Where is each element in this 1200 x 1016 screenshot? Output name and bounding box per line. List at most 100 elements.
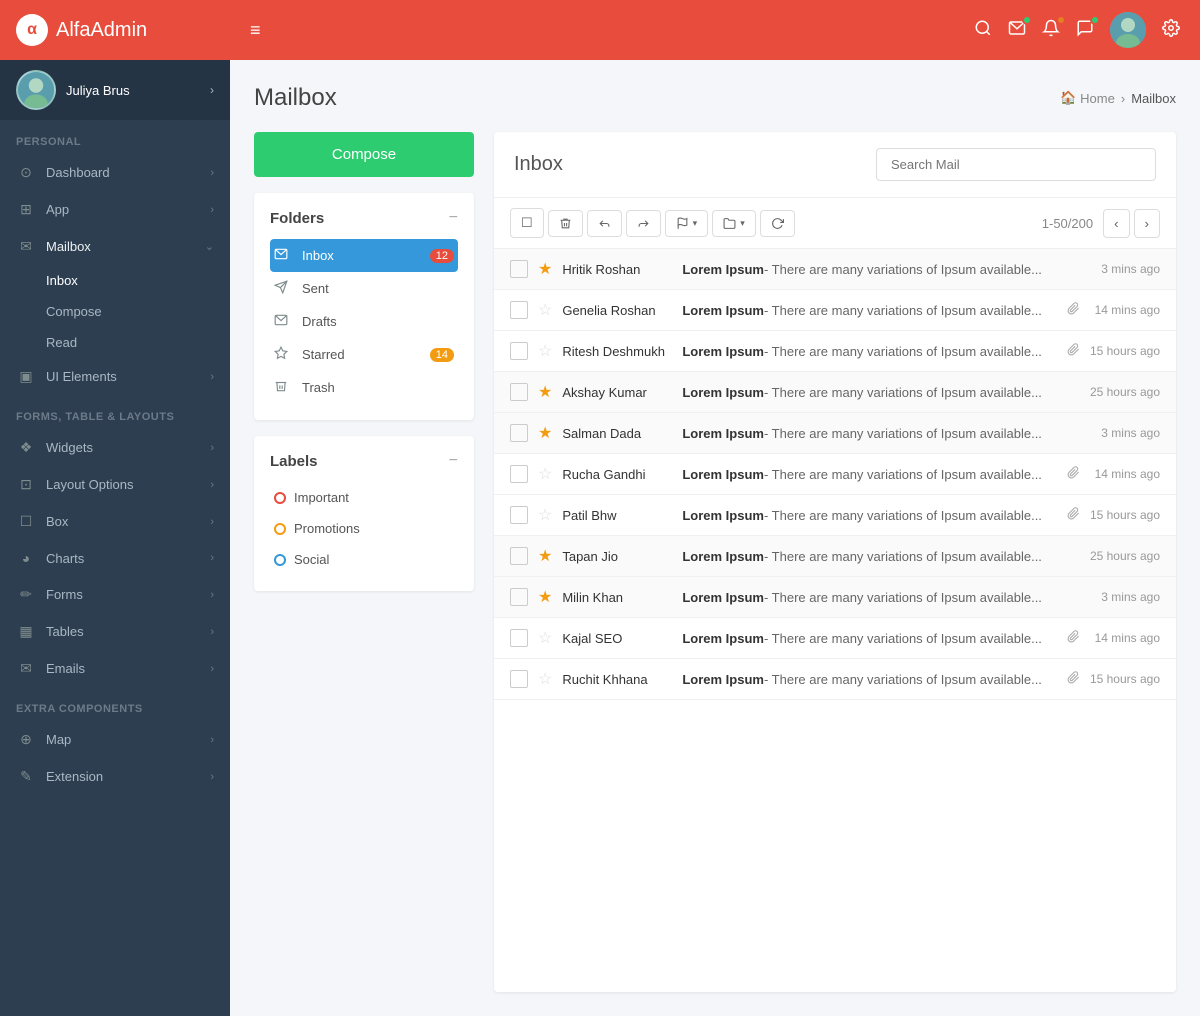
sidebar-item-emails[interactable]: ✉ Emails › — [0, 650, 230, 687]
sidebar-item-ui-elements[interactable]: ▣ UI Elements › — [0, 358, 230, 395]
folders-collapse-icon[interactable]: − — [449, 209, 458, 227]
folder-item-drafts[interactable]: Drafts — [270, 305, 458, 338]
folder-item-trash[interactable]: Trash — [270, 371, 458, 404]
email-sender: Milin Khan — [562, 590, 672, 605]
breadcrumb-home[interactable]: Home — [1080, 91, 1115, 106]
email-star[interactable]: ★ — [538, 587, 552, 607]
folder-item-sent[interactable]: Sent — [270, 272, 458, 305]
email-row[interactable]: ☆ Ruchit Khhana Lorem Ipsum- There are m… — [494, 659, 1176, 700]
bell-icon[interactable] — [1042, 19, 1060, 42]
folder-sent-label: Sent — [302, 281, 454, 296]
sidebar-subitem-compose[interactable]: Compose — [0, 296, 230, 327]
label-item-important[interactable]: Important — [270, 482, 458, 513]
email-star[interactable]: ☆ — [538, 464, 552, 484]
chevron-right-icon: › — [210, 204, 214, 216]
home-icon: 🏠 — [1060, 90, 1076, 106]
sidebar-item-map[interactable]: ⊕ Map › — [0, 721, 230, 758]
sidebar-item-widgets[interactable]: ❖ Widgets › — [0, 429, 230, 466]
folder-drafts-label: Drafts — [302, 314, 454, 329]
email-checkbox[interactable] — [510, 670, 528, 688]
user-panel[interactable]: Juliya Brus › — [0, 60, 230, 120]
email-star[interactable]: ★ — [538, 382, 552, 402]
forward-button[interactable] — [626, 210, 661, 237]
email-star[interactable]: ☆ — [538, 628, 552, 648]
sidebar-item-box[interactable]: ☐ Box › — [0, 503, 230, 540]
label-item-social[interactable]: Social — [270, 544, 458, 575]
refresh-button[interactable] — [760, 210, 795, 237]
compose-button[interactable]: Compose — [254, 132, 474, 177]
email-time: 15 hours ago — [1090, 508, 1160, 522]
email-star[interactable]: ★ — [538, 423, 552, 443]
chevron-right-icon: › — [210, 626, 214, 638]
email-star[interactable]: ☆ — [538, 669, 552, 689]
folder-item-inbox[interactable]: Inbox 12 — [270, 239, 458, 272]
select-all-button[interactable]: ☐ — [510, 208, 544, 238]
sidebar-item-extension[interactable]: ✎ Extension › — [0, 758, 230, 795]
email-checkbox[interactable] — [510, 629, 528, 647]
email-checkbox[interactable] — [510, 547, 528, 565]
labels-collapse-icon[interactable]: − — [449, 452, 458, 470]
email-row[interactable]: ☆ Genelia Roshan Lorem Ipsum- There are … — [494, 290, 1176, 331]
email-preview: Lorem Ipsum- There are many variations o… — [682, 672, 1057, 687]
email-checkbox[interactable] — [510, 260, 528, 278]
label-item-promotions[interactable]: Promotions — [270, 513, 458, 544]
email-checkbox[interactable] — [510, 383, 528, 401]
folders-list: Inbox 12 Sent Drafts Starred 14 Trash — [270, 239, 458, 404]
email-row[interactable]: ★ Tapan Jio Lorem Ipsum- There are many … — [494, 536, 1176, 577]
email-row[interactable]: ★ Hritik Roshan Lorem Ipsum- There are m… — [494, 249, 1176, 290]
sidebar-item-app[interactable]: ⊞ App › — [0, 191, 230, 228]
email-checkbox[interactable] — [510, 424, 528, 442]
pagination-next-button[interactable]: › — [1134, 209, 1160, 238]
email-checkbox[interactable] — [510, 506, 528, 524]
sidebar-item-layout-options[interactable]: ⊡ Layout Options › — [0, 466, 230, 503]
box-icon: ☐ — [16, 513, 36, 530]
search-icon[interactable] — [974, 19, 992, 42]
settings-icon[interactable] — [1162, 19, 1180, 42]
sidebar-item-forms[interactable]: ✏ Forms › — [0, 576, 230, 613]
email-row[interactable]: ☆ Kajal SEO Lorem Ipsum- There are many … — [494, 618, 1176, 659]
sidebar-item-charts[interactable]: ◕ Charts › — [0, 540, 230, 576]
chevron-right-icon: › — [210, 442, 214, 454]
sidebar-item-label: Emails — [46, 661, 210, 676]
email-checkbox[interactable] — [510, 342, 528, 360]
email-row[interactable]: ★ Akshay Kumar Lorem Ipsum- There are ma… — [494, 372, 1176, 413]
email-star[interactable]: ★ — [538, 259, 552, 279]
email-sender: Akshay Kumar — [562, 385, 672, 400]
mailbox-icon: ✉ — [16, 238, 36, 255]
reply-button[interactable] — [587, 210, 622, 237]
search-mail-input[interactable] — [876, 148, 1156, 181]
pagination-prev-button[interactable]: ‹ — [1103, 209, 1129, 238]
sidebar-item-tables[interactable]: ▦ Tables › — [0, 613, 230, 650]
folder-button[interactable]: ▾ — [712, 210, 756, 237]
email-row[interactable]: ☆ Patil Bhw Lorem Ipsum- There are many … — [494, 495, 1176, 536]
email-checkbox[interactable] — [510, 301, 528, 319]
app-icon: ⊞ — [16, 201, 36, 218]
email-checkbox[interactable] — [510, 588, 528, 606]
tables-icon: ▦ — [16, 623, 36, 640]
sidebar-subitem-inbox[interactable]: Inbox — [0, 265, 230, 296]
inbox-header: Inbox — [494, 132, 1176, 198]
flag-button[interactable]: ▾ — [665, 210, 709, 237]
sidebar-item-mailbox[interactable]: ✉ Mailbox ⌄ — [0, 228, 230, 265]
email-star[interactable]: ☆ — [538, 341, 552, 361]
email-time: 15 hours ago — [1090, 344, 1160, 358]
user-avatar-topbar[interactable] — [1110, 12, 1146, 48]
email-row[interactable]: ☆ Rucha Gandhi Lorem Ipsum- There are ma… — [494, 454, 1176, 495]
email-star[interactable]: ☆ — [538, 505, 552, 525]
folders-panel-header: Folders − — [270, 209, 458, 227]
email-preview: Lorem Ipsum- There are many variations o… — [682, 344, 1057, 359]
sidebar-item-dashboard[interactable]: ⊙ Dashboard › — [0, 154, 230, 191]
email-star[interactable]: ★ — [538, 546, 552, 566]
folder-item-starred[interactable]: Starred 14 — [270, 338, 458, 371]
email-row[interactable]: ☆ Ritesh Deshmukh Lorem Ipsum- There are… — [494, 331, 1176, 372]
chat-icon[interactable] — [1076, 19, 1094, 42]
email-star[interactable]: ☆ — [538, 300, 552, 320]
email-checkbox[interactable] — [510, 465, 528, 483]
section-label-personal: PERSONAL — [0, 120, 230, 154]
delete-button[interactable] — [548, 210, 583, 237]
hamburger-icon[interactable]: ≡ — [250, 20, 261, 41]
email-row[interactable]: ★ Salman Dada Lorem Ipsum- There are man… — [494, 413, 1176, 454]
sidebar-subitem-read[interactable]: Read — [0, 327, 230, 358]
mail-icon[interactable] — [1008, 19, 1026, 42]
email-row[interactable]: ★ Milin Khan Lorem Ipsum- There are many… — [494, 577, 1176, 618]
